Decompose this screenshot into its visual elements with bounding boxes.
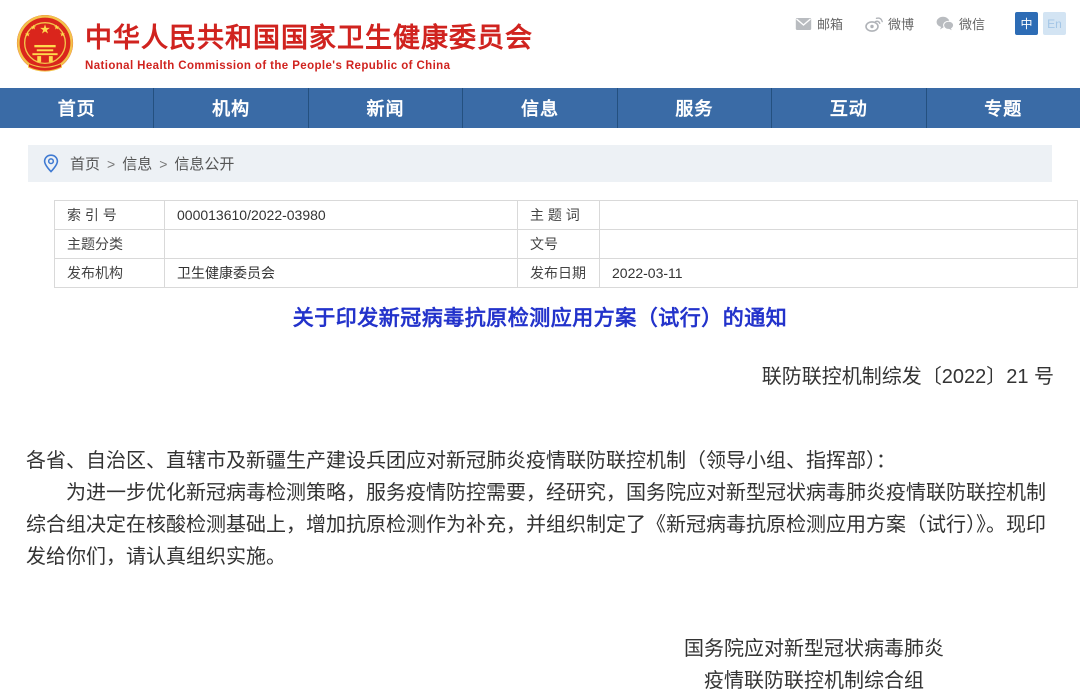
nav-item-news[interactable]: 新闻 [308, 88, 462, 128]
breadcrumb-info-disclosure[interactable]: 信息公开 [174, 153, 234, 174]
signature-line-1: 国务院应对新型冠状病毒肺炎 [574, 633, 1054, 665]
nav-item-topics[interactable]: 专题 [926, 88, 1080, 128]
salutation-paragraph: 各省、自治区、直辖市及新疆生产建设兵团应对新冠肺炎疫情联防联控机制（领导小组、指… [26, 445, 1054, 477]
site-brand-link[interactable]: ★ ★ ★ ★ ★ 中华人民共和国国家卫生健康委员会 National Heal… [14, 13, 533, 75]
lang-zh-button[interactable]: 中 [1015, 12, 1038, 35]
mail-link[interactable]: 邮箱 [795, 14, 843, 33]
meta-label-doc-symbol: 文号 [518, 230, 600, 259]
language-switch: 中 En [1015, 12, 1066, 35]
weibo-link-label: 微博 [888, 14, 914, 33]
meta-value-publish-date: 2022-03-11 [600, 259, 1078, 288]
document-number: 联防联控机制综发〔2022〕21 号 [26, 360, 1054, 389]
wechat-link-label: 微信 [959, 14, 985, 33]
meta-value-doc-symbol [600, 230, 1078, 259]
document-meta-table: 索 引 号 000013610/2022-03980 主 题 词 主题分类 文号… [54, 200, 1078, 288]
site-header: ★ ★ ★ ★ ★ 中华人民共和国国家卫生健康委员会 National Heal… [0, 0, 1080, 88]
signature-line-2: 疫情联防联控机制综合组 [574, 665, 1054, 691]
meta-label-subject-words: 主 题 词 [518, 201, 600, 230]
weibo-link[interactable]: 微博 [865, 14, 914, 33]
header-quick-links: 邮箱 微博 微信 中 [773, 12, 1066, 35]
main-nav: 首页 机构 新闻 信息 服务 互动 专题 [0, 88, 1080, 128]
breadcrumb-info[interactable]: 信息 [122, 153, 152, 174]
location-pin-icon [42, 154, 60, 173]
meta-label-publisher: 发布机构 [55, 259, 165, 288]
meta-label-subject-category: 主题分类 [55, 230, 165, 259]
page: ★ ★ ★ ★ ★ 中华人民共和国国家卫生健康委员会 National Heal… [0, 0, 1080, 691]
svg-text:★: ★ [39, 21, 50, 36]
nav-item-info[interactable]: 信息 [462, 88, 616, 128]
meta-row-category: 主题分类 文号 [55, 230, 1078, 259]
meta-row-publisher: 发布机构 卫生健康委员会 发布日期 2022-03-11 [55, 259, 1078, 288]
site-title: 中华人民共和国国家卫生健康委员会 [85, 16, 533, 55]
meta-value-index-number: 000013610/2022-03980 [165, 201, 518, 230]
meta-label-publish-date: 发布日期 [518, 259, 600, 288]
lang-en-button[interactable]: En [1043, 12, 1066, 35]
svg-text:★: ★ [59, 30, 65, 38]
body-paragraph: 为进一步优化新冠病毒检测策略，服务疫情防控需要，经研究，国务院应对新型冠状病毒肺… [26, 477, 1054, 573]
meta-value-subject-words [600, 201, 1078, 230]
wechat-icon [936, 16, 954, 31]
breadcrumb-separator: > [159, 156, 167, 172]
meta-row-index: 索 引 号 000013610/2022-03980 主 题 词 [55, 201, 1078, 230]
site-subtitle: National Health Commission of the People… [85, 60, 533, 72]
nav-item-orgs[interactable]: 机构 [153, 88, 307, 128]
weibo-icon [865, 16, 883, 32]
wechat-link[interactable]: 微信 [936, 14, 985, 33]
nav-item-services[interactable]: 服务 [617, 88, 771, 128]
national-emblem-icon: ★ ★ ★ ★ ★ [14, 13, 76, 75]
nav-item-home[interactable]: 首页 [0, 88, 153, 128]
svg-text:★: ★ [30, 23, 36, 31]
meta-label-index-number: 索 引 号 [55, 201, 165, 230]
mail-link-label: 邮箱 [817, 14, 843, 33]
breadcrumb-home[interactable]: 首页 [70, 153, 100, 174]
svg-text:★: ★ [25, 30, 31, 38]
meta-value-publisher: 卫生健康委员会 [165, 259, 518, 288]
document-content: 索 引 号 000013610/2022-03980 主 题 词 主题分类 文号… [0, 200, 1080, 691]
meta-value-subject-category [165, 230, 518, 259]
brand-text: 中华人民共和国国家卫生健康委员会 National Health Commiss… [85, 16, 533, 72]
breadcrumb: 首页 > 信息 > 信息公开 [28, 145, 1052, 182]
signature-block: 国务院应对新型冠状病毒肺炎 疫情联防联控机制综合组 [574, 633, 1054, 691]
document-title: 关于印发新冠病毒抗原检测应用方案（试行）的通知 [26, 302, 1054, 332]
breadcrumb-separator: > [107, 156, 115, 172]
mail-icon [795, 17, 812, 31]
nav-item-interaction[interactable]: 互动 [771, 88, 925, 128]
